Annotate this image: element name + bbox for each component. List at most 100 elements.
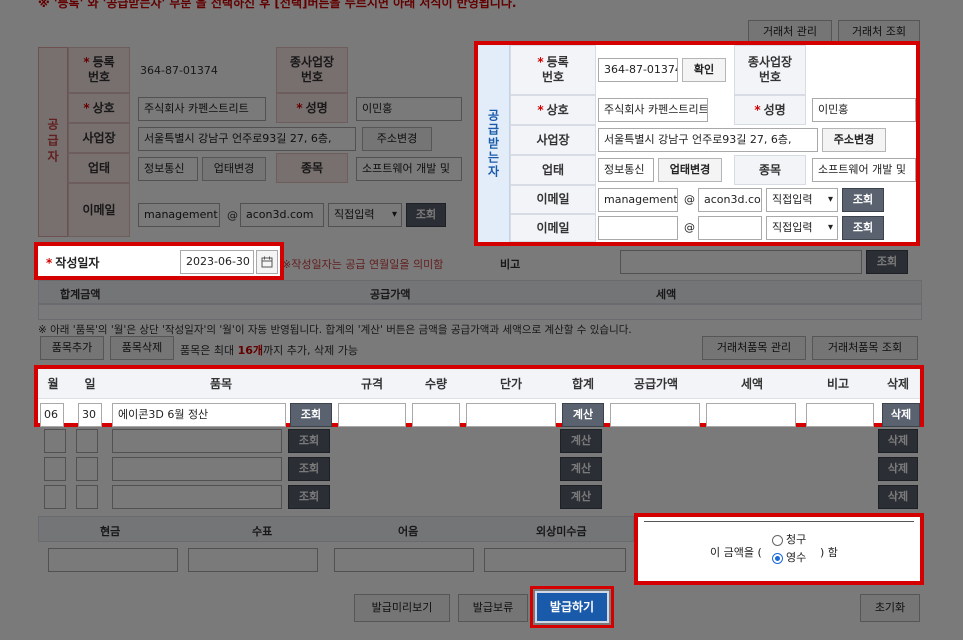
supplier-name-input[interactable]: 이민홍 (356, 97, 462, 121)
receiver-email2-search-button[interactable]: 조회 (842, 216, 884, 240)
row-calc-button[interactable]: 계산 (560, 485, 602, 509)
row-price-input[interactable] (466, 403, 556, 427)
row-tax-input[interactable] (706, 403, 796, 427)
receiver-email1-domain-input[interactable]: acon3d.co (698, 188, 762, 212)
row-item-input[interactable]: 에이콘3D 6월 정산 (112, 403, 286, 427)
issue-button-frame: 발급하기 (530, 586, 614, 628)
supplier-email-at: @ (227, 209, 238, 222)
col-remarks: 비고 (826, 377, 850, 391)
row-item-search-button[interactable]: 조회 (288, 429, 330, 453)
col-tax: 세액 (740, 377, 764, 391)
row-remarks-input[interactable] (806, 403, 874, 427)
receiver-email1-search-button[interactable]: 조회 (842, 188, 884, 212)
receiver-email2-at: @ (684, 221, 695, 234)
receiver-confirm-button[interactable]: 확인 (682, 58, 726, 82)
remarks-search-button[interactable]: 조회 (866, 250, 908, 274)
row-calc-button[interactable]: 계산 (560, 429, 602, 453)
supplier-biz-type-input[interactable]: 정보통신 (138, 157, 198, 181)
row-item-input[interactable] (112, 429, 282, 453)
issue-button[interactable]: 발급하기 (535, 591, 609, 623)
col-day: 일 (84, 377, 96, 391)
row-item-search-button[interactable]: 조회 (290, 403, 332, 427)
receiver-email1-id-input[interactable]: management (598, 188, 678, 212)
row-delete-button[interactable]: 삭제 (882, 403, 920, 427)
receiver-reg-no-label: * 등록 번호 (510, 45, 596, 95)
supplier-address-input[interactable]: 서울특별시 강남구 언주로93길 27, 6층, (138, 127, 356, 151)
row-calc-button[interactable]: 계산 (562, 403, 604, 427)
option-receipt[interactable]: 영수 (772, 549, 806, 565)
row-month-input[interactable]: 06 (40, 403, 64, 427)
receipt-radio[interactable] (772, 552, 783, 564)
row-delete-button[interactable]: 삭제 (878, 457, 918, 481)
receiver-email1-label: 이메일 (510, 185, 596, 214)
row-month-input[interactable] (44, 429, 66, 453)
option-charge[interactable]: 청구 (772, 531, 806, 547)
totals-values-row (38, 304, 922, 320)
client-item-search-button[interactable]: 거래처품목 조회 (812, 336, 918, 360)
row-calc-button[interactable]: 계산 (560, 457, 602, 481)
issue-hold-button[interactable]: 발급보류 (458, 594, 528, 622)
supplier-item-input[interactable]: 소프트웨어 개발 및 (356, 157, 462, 181)
receiver-email2-domain-input[interactable] (698, 216, 762, 240)
issue-preview-button[interactable]: 발급미리보기 (354, 594, 450, 622)
supplier-address-change-button[interactable]: 주소변경 (362, 127, 432, 151)
note-input[interactable] (334, 548, 474, 572)
supplier-email-label: 이메일 (68, 183, 130, 237)
row-item-search-button[interactable]: 조회 (288, 485, 330, 509)
item-limit-note: 품목은 최대 16개까지 추가, 삭제 가능 (180, 344, 358, 357)
row-day-input[interactable] (76, 457, 98, 481)
supplier-email-id-input[interactable]: management (138, 203, 220, 227)
row-qty-input[interactable] (412, 403, 460, 427)
amount-type-options: 청구 영수 (772, 531, 806, 565)
receiver-address-input[interactable]: 서울특별시 강남구 언주로93길 27, 6층, (598, 128, 818, 152)
credit-input[interactable] (484, 548, 626, 572)
item-table-panel: 월 일 품목 규격 수량 단가 합계 공급가액 세액 비고 삭제 06 30 에… (34, 365, 924, 427)
receiver-email1-at: @ (684, 193, 695, 206)
top-notice: ※ '등록' 와 '공급받는자' 부분 을 선택하신 후 [선택]버튼을 누르시… (38, 0, 517, 10)
receiver-email2-id-input[interactable] (598, 216, 678, 240)
supplier-company-input[interactable]: 주식회사 카펜스트리트 (138, 97, 266, 121)
calendar-icon[interactable] (256, 250, 278, 274)
date-input[interactable]: 2023-06-30 (180, 250, 254, 274)
row-day-input[interactable]: 30 (78, 403, 102, 427)
row-month-input[interactable] (44, 485, 66, 509)
row-item-search-button[interactable]: 조회 (288, 457, 330, 481)
delete-item-button[interactable]: 품목삭제 (110, 336, 174, 360)
row-delete-button[interactable]: 삭제 (878, 429, 918, 453)
supplier-biz-type-change-button[interactable]: 업태변경 (202, 157, 266, 181)
supplier-email-search-button[interactable]: 조회 (406, 203, 446, 227)
receiver-reg-no-input[interactable]: 364-87-01374 (598, 58, 678, 82)
cash-input[interactable] (48, 548, 178, 572)
receiver-biz-type-change-button[interactable]: 업태변경 (658, 158, 722, 182)
receiver-item-input[interactable]: 소프트웨어 개발 및 (812, 158, 916, 182)
row-item-input[interactable] (112, 485, 282, 509)
client-item-management-button[interactable]: 거래처품목 관리 (702, 336, 806, 360)
row-day-input[interactable] (76, 485, 98, 509)
row-item-input[interactable] (112, 457, 282, 481)
row-supply-input[interactable] (610, 403, 700, 427)
receiver-email1-select[interactable]: 직접입력 ▾ (766, 188, 838, 212)
receiver-name-input[interactable]: 이민홍 (812, 98, 916, 122)
add-item-button[interactable]: 품목추가 (40, 336, 104, 360)
receiver-address-change-button[interactable]: 주소변경 (822, 128, 886, 152)
supplier-email-select[interactable]: 직접입력 ▾ (328, 203, 402, 227)
receiver-biz-type-input[interactable]: 정보통신 (598, 158, 654, 182)
reset-button[interactable]: 초기화 (860, 594, 920, 622)
total-amount-label: 합계금액 (60, 288, 101, 301)
supplier-branch-no-label: 종사업장 번호 (276, 47, 348, 93)
receiver-email2-select[interactable]: 직접입력 ▾ (766, 216, 838, 240)
receiver-company-input[interactable]: 주식회사 카펜스트리트 (598, 98, 708, 122)
supply-value-label: 공급가액 (370, 288, 411, 301)
remarks-input[interactable] (620, 250, 862, 274)
charge-radio[interactable] (772, 534, 783, 546)
receiver-item-label: 종목 (734, 155, 806, 185)
row-month-input[interactable] (44, 457, 66, 481)
receiver-company-label: * 상호 (510, 95, 596, 125)
supplier-email-domain-input[interactable]: acon3d.com (240, 203, 324, 227)
row-spec-input[interactable] (338, 403, 406, 427)
amount-type-panel: 이 금액을 ( 청구 영수 ) 함 (634, 513, 924, 585)
check-input[interactable] (188, 548, 318, 572)
row-delete-button[interactable]: 삭제 (878, 485, 918, 509)
receiver-side-label: 공급받는자 (478, 45, 510, 242)
row-day-input[interactable] (76, 429, 98, 453)
